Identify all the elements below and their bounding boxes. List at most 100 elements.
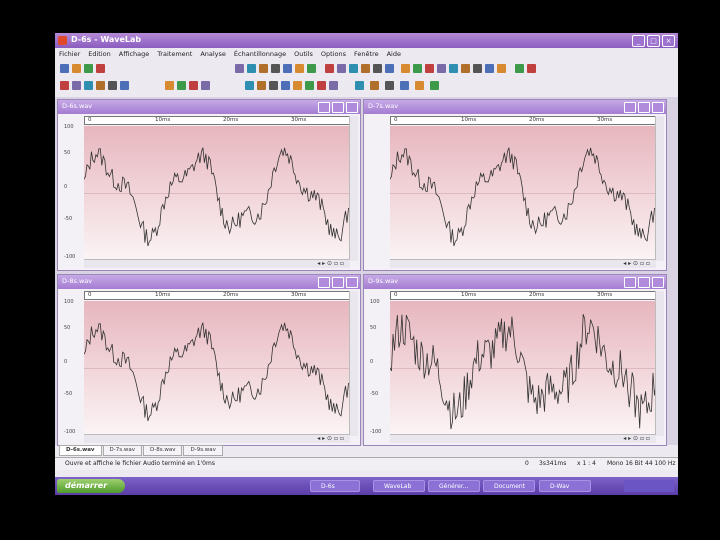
- minimize-button[interactable]: _: [632, 35, 645, 47]
- menu-fichier[interactable]: Fichier: [59, 50, 80, 58]
- time-ruler[interactable]: 0 10ms 20ms 30ms: [390, 116, 656, 125]
- minimize-button[interactable]: [318, 277, 330, 288]
- vertical-zoom-scrollbar[interactable]: [349, 116, 358, 261]
- close-button[interactable]: [652, 102, 664, 113]
- menu-analyse[interactable]: Analyse: [200, 50, 226, 58]
- toolbar-tool-icon[interactable]: [437, 64, 446, 73]
- toolbar-tool-icon[interactable]: [247, 64, 256, 73]
- toolbar-tool-icon[interactable]: [84, 81, 93, 90]
- toolbar-tool-icon[interactable]: [527, 64, 536, 73]
- audio-window[interactable]: D-9s.wav 0 10ms 20ms 30ms ◂ ▸ ⊙ ▫ ▫ 100 5…: [363, 274, 667, 446]
- toolbar-tool-icon[interactable]: [165, 81, 174, 90]
- zoom-controls-icon[interactable]: ◂ ▸ ⊙ ▫ ▫: [623, 260, 650, 267]
- menu-aide[interactable]: Aide: [387, 50, 401, 58]
- tab-d7s[interactable]: D-7s.wav: [102, 445, 142, 456]
- toolbar-tool-icon[interactable]: [361, 64, 370, 73]
- toolbar-tool-icon[interactable]: [269, 81, 278, 90]
- toolbar-tool-icon[interactable]: [189, 81, 198, 90]
- toolbar-tool-icon[interactable]: [515, 64, 524, 73]
- menu-traitement[interactable]: Traitement: [157, 50, 192, 58]
- minimize-button[interactable]: [318, 102, 330, 113]
- toolbar-tool-icon[interactable]: [60, 64, 69, 73]
- toolbar-tool-icon[interactable]: [413, 64, 422, 73]
- toolbar-tool-icon[interactable]: [373, 64, 382, 73]
- maximize-button[interactable]: [638, 102, 650, 113]
- toolbar-tool-icon[interactable]: [283, 64, 292, 73]
- toolbar-tool-icon[interactable]: [329, 81, 338, 90]
- maximize-button[interactable]: [332, 277, 344, 288]
- toolbar-tool-icon[interactable]: [425, 64, 434, 73]
- vertical-zoom-scrollbar[interactable]: [655, 291, 664, 436]
- toolbar-tool-icon[interactable]: [400, 81, 409, 90]
- toolbar-tool-icon[interactable]: [295, 64, 304, 73]
- toolbar-tool-icon[interactable]: [325, 64, 334, 73]
- maximize-button[interactable]: [638, 277, 650, 288]
- toolbar-tool-icon[interactable]: [271, 64, 280, 73]
- horizontal-scrollbar[interactable]: ◂ ▸ ⊙ ▫ ▫: [84, 434, 350, 443]
- vertical-zoom-scrollbar[interactable]: [349, 291, 358, 436]
- toolbar-tool-icon[interactable]: [355, 81, 364, 90]
- taskbar-item-wavelab[interactable]: WaveLab: [373, 480, 425, 492]
- toolbar-tool-icon[interactable]: [401, 64, 410, 73]
- taskbar-item-d6s[interactable]: D-6s: [310, 480, 360, 492]
- close-button[interactable]: [346, 102, 358, 113]
- horizontal-scrollbar[interactable]: ◂ ▸ ⊙ ▫ ▫: [390, 434, 656, 443]
- tab-d6s[interactable]: D-6s.wav: [59, 445, 102, 456]
- toolbar-tool-icon[interactable]: [449, 64, 458, 73]
- time-ruler[interactable]: 0 10ms 20ms 30ms: [390, 291, 656, 300]
- toolbar-tool-icon[interactable]: [257, 81, 266, 90]
- taskbar-item-generer[interactable]: Générer...: [428, 480, 480, 492]
- audio-window[interactable]: D-6s.wav 0 10ms 20ms 30ms ◂ ▸ ⊙ ▫ ▫ 100 5…: [57, 99, 361, 271]
- toolbar-tool-icon[interactable]: [370, 81, 379, 90]
- toolbar-tool-icon[interactable]: [485, 64, 494, 73]
- toolbar-tool-icon[interactable]: [84, 64, 93, 73]
- zoom-controls-icon[interactable]: ◂ ▸ ⊙ ▫ ▫: [623, 435, 650, 442]
- menu-options[interactable]: Options: [321, 50, 346, 58]
- menu-outils[interactable]: Outils: [294, 50, 313, 58]
- toolbar-tool-icon[interactable]: [415, 81, 424, 90]
- minimize-button[interactable]: [624, 102, 636, 113]
- start-button[interactable]: démarrer: [57, 479, 125, 493]
- toolbar-tool-icon[interactable]: [497, 64, 506, 73]
- toolbar-tool-icon[interactable]: [305, 81, 314, 90]
- toolbar-tool-icon[interactable]: [72, 81, 81, 90]
- vertical-zoom-scrollbar[interactable]: [655, 116, 664, 261]
- toolbar-tool-icon[interactable]: [108, 81, 117, 90]
- toolbar-tool-icon[interactable]: [293, 81, 302, 90]
- toolbar-tool-icon[interactable]: [96, 81, 105, 90]
- menu-echantillonnage[interactable]: Échantillonnage: [234, 50, 286, 58]
- time-ruler[interactable]: 0 10ms 20ms 30ms: [84, 291, 350, 300]
- toolbar-tool-icon[interactable]: [177, 81, 186, 90]
- audio-window[interactable]: D-8s.wav 0 10ms 20ms 30ms ◂ ▸ ⊙ ▫ ▫ 100 5…: [57, 274, 361, 446]
- toolbar-tool-icon[interactable]: [473, 64, 482, 73]
- close-button[interactable]: [346, 277, 358, 288]
- horizontal-scrollbar[interactable]: ◂ ▸ ⊙ ▫ ▫: [84, 259, 350, 268]
- waveform-display[interactable]: [390, 301, 656, 436]
- menu-edition[interactable]: Edition: [88, 50, 111, 58]
- maximize-button[interactable]: [332, 102, 344, 113]
- toolbar-tool-icon[interactable]: [337, 64, 346, 73]
- tab-d8s[interactable]: D-8s.wav: [143, 445, 183, 456]
- maximize-button[interactable]: □: [647, 35, 660, 47]
- close-button[interactable]: ×: [662, 35, 675, 47]
- waveform-display[interactable]: [390, 126, 656, 261]
- menu-fenetre[interactable]: Fenêtre: [354, 50, 379, 58]
- toolbar-tool-icon[interactable]: [307, 64, 316, 73]
- toolbar-tool-icon[interactable]: [430, 81, 439, 90]
- toolbar-tool-icon[interactable]: [72, 64, 81, 73]
- toolbar-tool-icon[interactable]: [245, 81, 254, 90]
- waveform-display[interactable]: [84, 301, 350, 436]
- toolbar-tool-icon[interactable]: [120, 81, 129, 90]
- minimize-button[interactable]: [624, 277, 636, 288]
- toolbar-tool-icon[interactable]: [385, 64, 394, 73]
- toolbar-tool-icon[interactable]: [281, 81, 290, 90]
- audio-window[interactable]: D-7s.wav 0 10ms 20ms 30ms ◂ ▸ ⊙ ▫ ▫: [363, 99, 667, 271]
- toolbar-tool-icon[interactable]: [461, 64, 470, 73]
- toolbar-tool-icon[interactable]: [349, 64, 358, 73]
- taskbar-item-dwav[interactable]: D-Wav: [539, 480, 591, 492]
- toolbar-tool-icon[interactable]: [60, 81, 69, 90]
- toolbar-tool-icon[interactable]: [317, 81, 326, 90]
- taskbar-item-document[interactable]: Document: [483, 480, 535, 492]
- close-button[interactable]: [652, 277, 664, 288]
- toolbar-tool-icon[interactable]: [201, 81, 210, 90]
